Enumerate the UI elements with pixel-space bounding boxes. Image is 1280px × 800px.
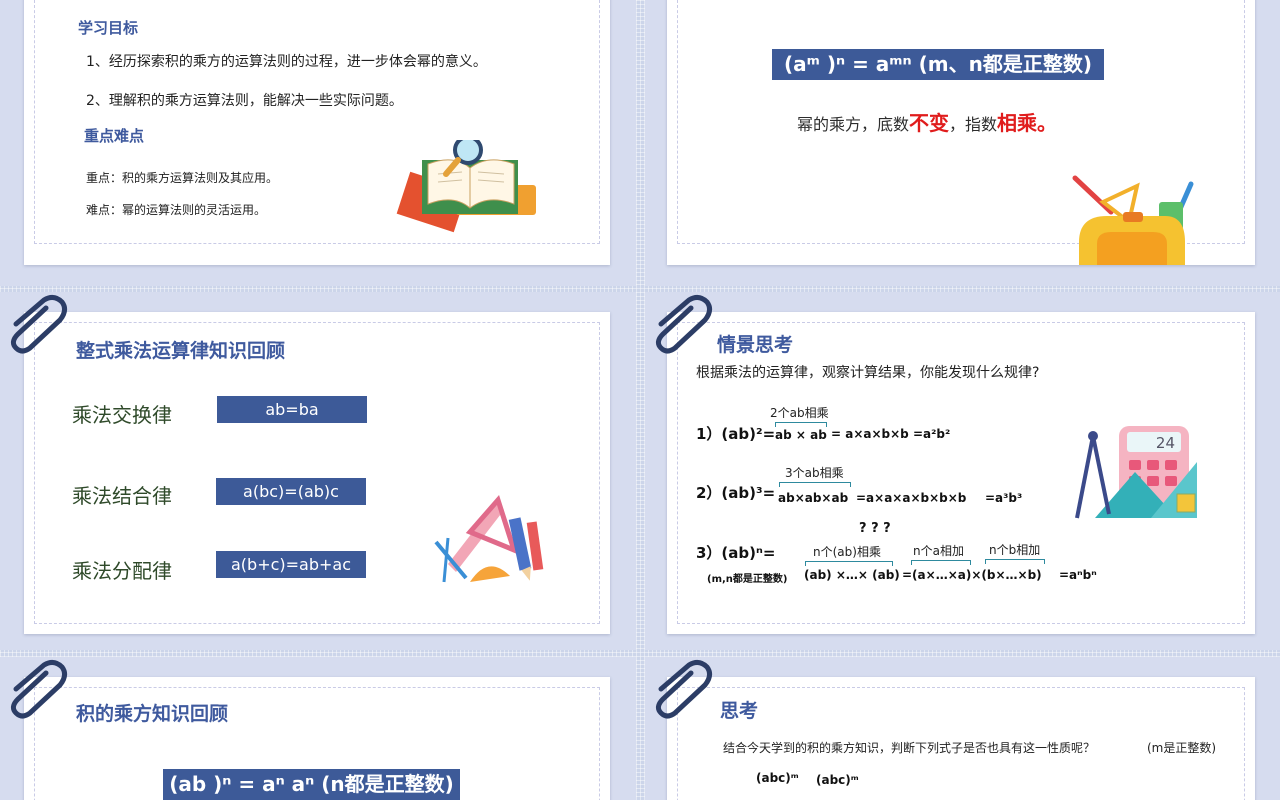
- paperclip-icon: [10, 659, 68, 719]
- slide-power-of-power[interactable]: (aᵐ )ⁿ = aᵐⁿ (m、n都是正整数) 幂的乘方，底数不变，指数相乘。: [645, 0, 1280, 286]
- think-prompt: 结合今天学到的积的乘方知识，判断下列式子是否也具有这一性质呢？: [723, 741, 1096, 755]
- row3-brace1-label: n个(ab)相乘: [813, 545, 881, 559]
- slide-title: 整式乘法运算律知识回顾: [76, 340, 286, 362]
- row1-brace-label: 2个ab相乘: [770, 406, 829, 420]
- slide-think[interactable]: 思考 结合今天学到的积的乘方知识，判断下列式子是否也具有这一性质呢？ (m是正整…: [645, 657, 1280, 800]
- law1-formula: ab=ba: [217, 396, 367, 423]
- slide-card: (aᵐ )ⁿ = aᵐⁿ (m、n都是正整数) 幂的乘方，底数不变，指数相乘。: [667, 0, 1255, 265]
- goal-2: 2、理解积的乘方运算法则，能解决一些实际问题。: [86, 93, 403, 109]
- row3-brace2: [911, 560, 971, 565]
- row3-brace3-label: n个b相加: [989, 543, 1041, 557]
- goals-heading: 学习目标: [78, 19, 139, 37]
- row2-final: =a³b³: [985, 491, 1023, 505]
- think-expr-1: (abc)ᵐ: [756, 771, 799, 785]
- law3-label: 乘法分配律: [72, 559, 172, 583]
- row3-question: ? ? ?: [859, 521, 891, 536]
- difficult-point: 难点：幂的运算法则的灵活运用。: [86, 203, 267, 217]
- key-points-heading: 重点难点: [84, 127, 145, 145]
- row1-result: = a×a×b×b =a²b²: [831, 427, 951, 441]
- row2-brace: [779, 482, 851, 487]
- paperclip-icon: [655, 659, 713, 719]
- row1-label: 1）(ab)²=: [696, 425, 776, 443]
- calculator-icon: 24: [1075, 426, 1197, 519]
- row3-brace3: [985, 559, 1045, 564]
- think-condition: (m是正整数): [1147, 741, 1217, 755]
- slide-scenario-thinking[interactable]: 情景思考 根据乘法的运算律，观察计算结果，你能发现什么规律? 2个ab相乘 1）…: [645, 292, 1280, 650]
- row2-brace-label: 3个ab相乘: [785, 466, 844, 480]
- rule-unchanged: 不变: [909, 111, 950, 135]
- slide-product-power-review[interactable]: 积的乘方知识回顾 (ab )ⁿ = aⁿ aⁿ (n都是正整数): [0, 657, 636, 800]
- law2-formula: a(bc)=(ab)c: [216, 478, 366, 505]
- slide-card: 学习目标 1、经历探索积的乘方的运算法则的过程，进一步体会幂的意义。 2、理解积…: [24, 0, 610, 265]
- row1-brace: [775, 422, 827, 427]
- slide-multiplication-laws[interactable]: 整式乘法运算律知识回顾 乘法交换律 ab=ba 乘法结合律 a(bc)=(ab)…: [0, 292, 636, 650]
- rule-mid: ，指数: [949, 115, 998, 134]
- row3-brace1: [805, 561, 893, 566]
- rule-multiply: 相乘。: [997, 111, 1058, 135]
- row3-expr2: =(a×…×a)×(b×…×b): [902, 568, 1042, 582]
- row2-label: 2）(ab)³=: [696, 484, 776, 502]
- slide-title: 积的乘方知识回顾: [76, 703, 229, 725]
- rule-prefix: 幂的乘方，底数: [797, 115, 910, 134]
- law2-label: 乘法结合律: [72, 484, 172, 508]
- row3-final: =aⁿbⁿ: [1059, 568, 1097, 582]
- think-expr-2: (abc)ᵐ: [816, 773, 859, 787]
- paperclip-icon: [655, 294, 713, 354]
- key-point: 重点：积的乘方运算法则及其应用。: [86, 171, 279, 185]
- power-rule: 幂的乘方，底数不变，指数相乘。: [797, 107, 1057, 136]
- power-formula: (aᵐ )ⁿ = aᵐⁿ (m、n都是正整数): [772, 49, 1104, 80]
- slide-learning-goals[interactable]: 学习目标 1、经历探索积的乘方的运算法则的过程，进一步体会幂的意义。 2、理解积…: [0, 0, 636, 286]
- row2-expr: ab×ab×ab: [778, 491, 849, 505]
- row2-result: =a×a×a×b×b×b: [856, 491, 967, 505]
- goal-1: 1、经历探索积的乘方的运算法则的过程，进一步体会幂的意义。: [86, 54, 487, 70]
- slide-title: 情景思考: [717, 334, 794, 356]
- book-magnifier-icon: [396, 140, 536, 233]
- law1-label: 乘法交换律: [72, 403, 172, 427]
- row3-label: 3）(ab)ⁿ=: [696, 544, 776, 562]
- calculator-display: 24: [1156, 434, 1175, 452]
- product-power-formula: (ab )ⁿ = aⁿ aⁿ (n都是正整数): [163, 769, 460, 800]
- row3-brace2-label: n个a相加: [913, 544, 964, 558]
- scenario-prompt: 根据乘法的运算律，观察计算结果，你能发现什么规律?: [696, 365, 1040, 381]
- slide-title: 思考: [720, 700, 759, 722]
- ruler-pencil-icon: [434, 495, 544, 583]
- paperclip-icon: [10, 294, 68, 354]
- row1-expr: ab × ab: [775, 428, 827, 442]
- row3-expr1: (ab) ×…× (ab): [804, 568, 900, 582]
- row3-condition: (m,n都是正整数): [707, 574, 788, 585]
- school-bag-icon: [1072, 175, 1194, 265]
- law3-formula: a(b+c)=ab+ac: [216, 551, 366, 578]
